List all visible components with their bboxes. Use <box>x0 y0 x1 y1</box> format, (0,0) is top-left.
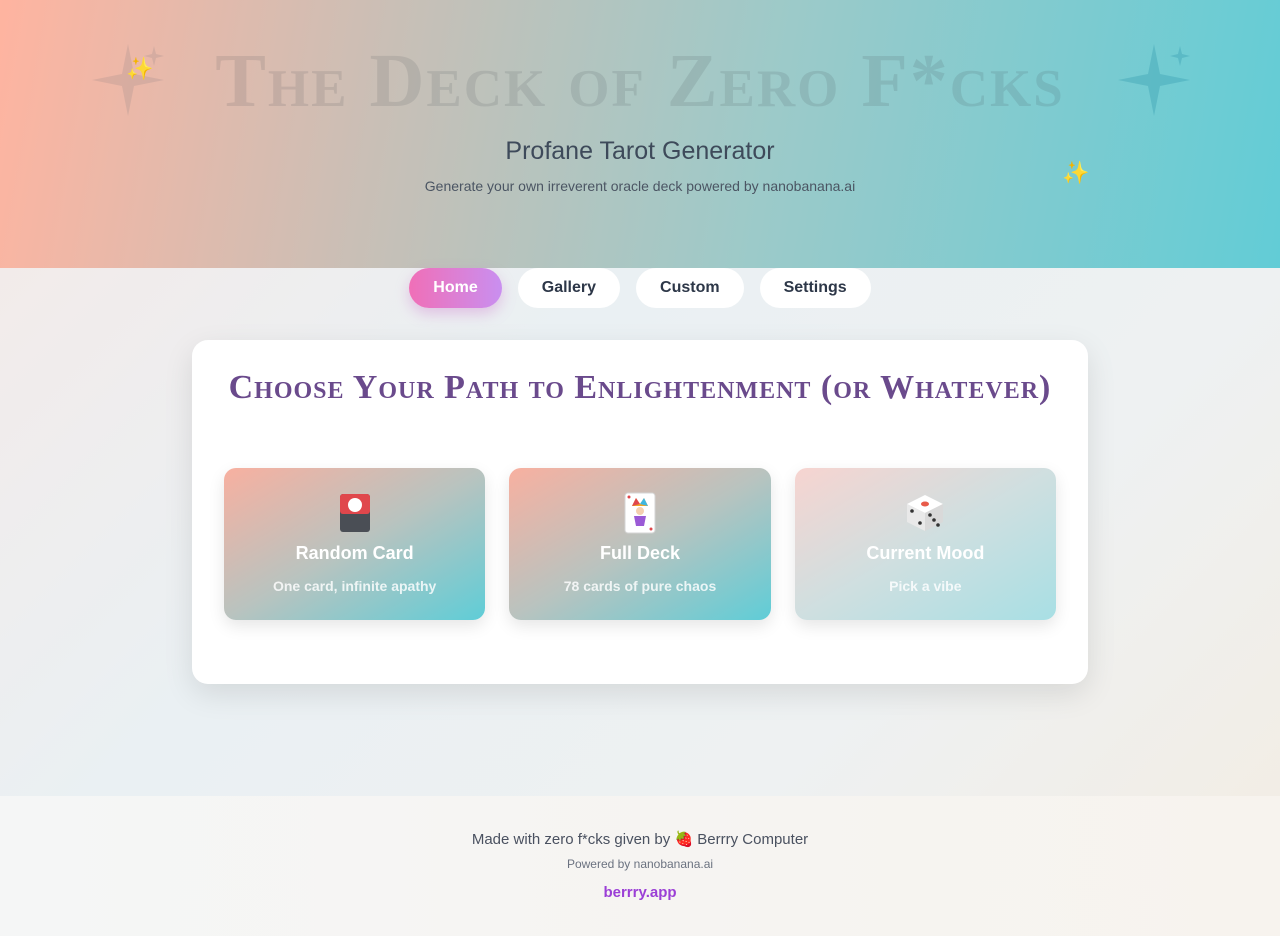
hero-header: ✨ The Deck of Zero F*cks Profane Tarot G… <box>0 0 1280 268</box>
card-description: One card, infinite apathy <box>272 578 437 594</box>
random-card-option[interactable]: Random Card One card, infinite apathy <box>224 468 486 620</box>
dice-icon <box>795 492 1056 534</box>
flower-card-icon <box>224 492 485 534</box>
footer-credit-prefix: Made with zero f*cks given by <box>471 831 671 848</box>
full-deck-option[interactable]: Full Deck 78 cards of pure chaos <box>509 468 771 620</box>
card-description: 78 cards of pure chaos <box>563 578 717 594</box>
card-title: Random Card <box>295 543 414 563</box>
page-footer: Made with zero f*cks given by 🍓 Berrry C… <box>0 796 1280 936</box>
card-description: Pick a vibe <box>889 578 962 594</box>
main-nav: Home Gallery Custom Settings <box>0 268 1280 308</box>
nav-custom-button[interactable]: Custom <box>636 268 744 308</box>
sparkles-icon <box>1118 44 1190 116</box>
nav-settings-button[interactable]: Settings <box>759 268 871 308</box>
nav-home-button[interactable]: Home <box>409 268 502 308</box>
path-selection-panel: Choose Your Path to Enlightenment (or Wh… <box>192 340 1088 684</box>
berrry-app-link[interactable]: berrry.app <box>0 884 1280 901</box>
nav-gallery-button[interactable]: Gallery <box>517 268 621 308</box>
site-title: The Deck of Zero F*cks <box>215 39 1065 123</box>
option-cards: Random Card One card, infinite apathy Fu… <box>224 468 1056 620</box>
card-title: Current Mood <box>866 543 985 563</box>
strawberry-icon: 🍓 <box>674 831 694 848</box>
panel-heading: Choose Your Path to Enlightenment (or Wh… <box>228 369 1052 406</box>
sparkles-icon: ✨ <box>1062 160 1090 185</box>
card-title: Full Deck <box>599 543 680 563</box>
footer-credit-name: Berrry Computer <box>697 831 809 848</box>
footer-powered-by: Powered by nanobanana.ai <box>566 857 714 871</box>
footer-credit: Made with zero f*cks given by 🍓 Berrry C… <box>0 830 1280 848</box>
current-mood-option[interactable]: Current Mood Pick a vibe <box>794 468 1056 620</box>
joker-card-icon <box>509 492 770 534</box>
